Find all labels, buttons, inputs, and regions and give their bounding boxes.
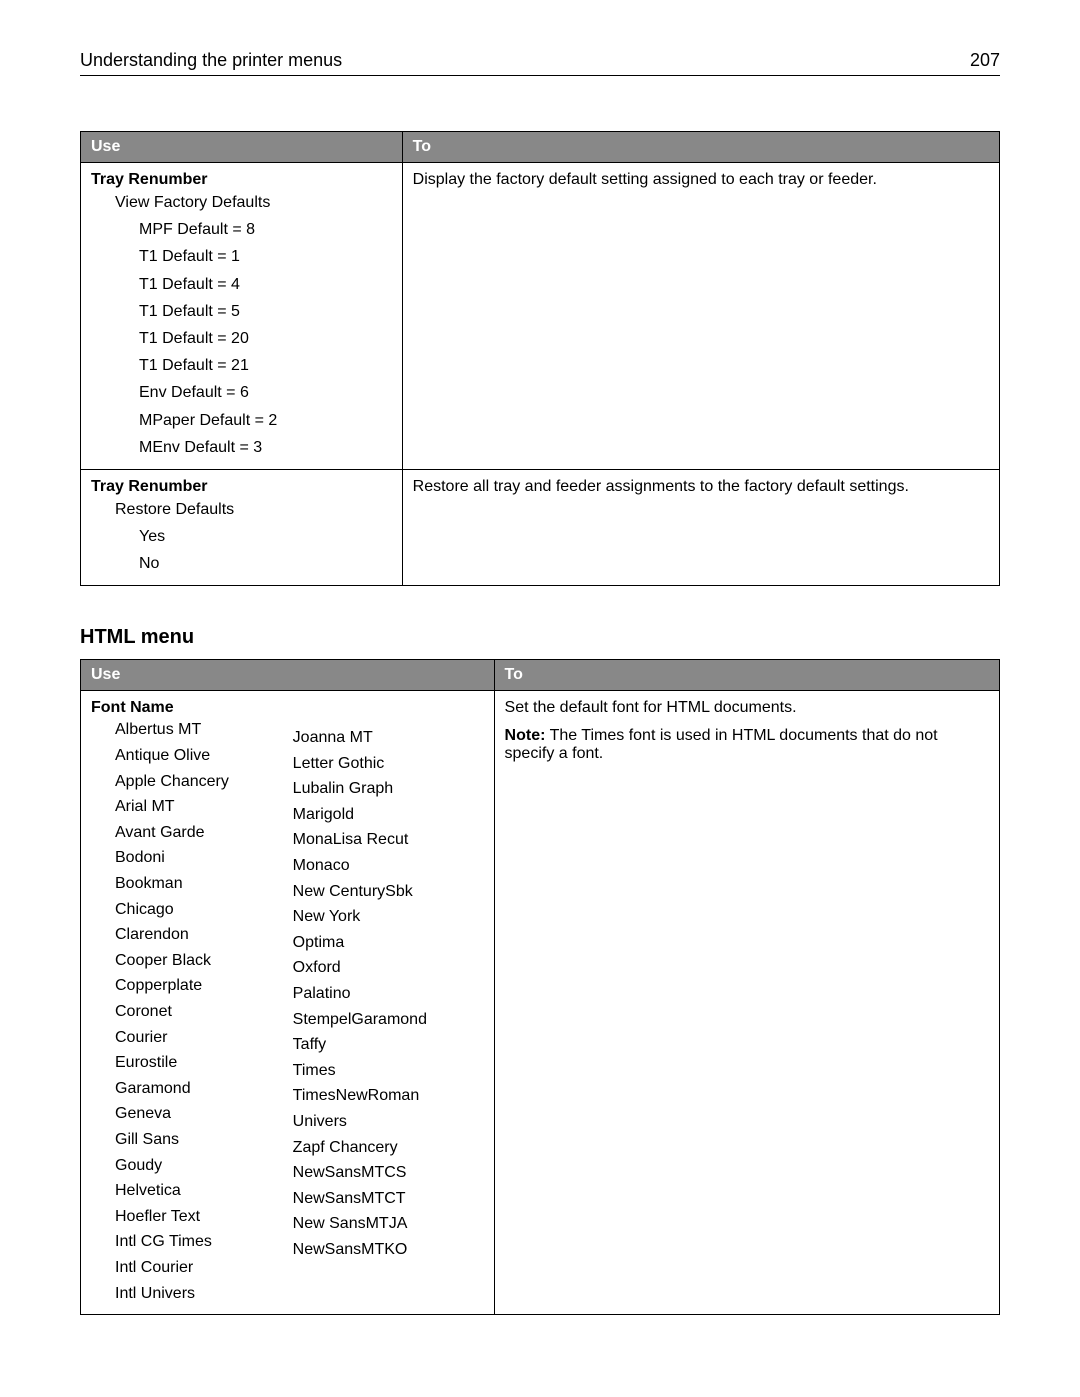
list-item: Hoefler Text: [91, 1204, 273, 1230]
list-item: Goudy: [91, 1153, 273, 1179]
list-item: T1 Default = 20: [91, 325, 392, 352]
list-item: Apple Chancery: [91, 769, 273, 795]
list-item: Times: [293, 1058, 484, 1084]
to-description: Set the default font for HTML documents.: [505, 699, 989, 717]
table-row: Tray Renumber Restore Defaults Yes No Re…: [81, 469, 1000, 586]
note-block: Note: The Times font is used in HTML doc…: [505, 727, 989, 763]
table-row: Font Name Albertus MT Antique Olive Appl…: [81, 691, 1000, 1315]
list-item: New CenturySbk: [293, 879, 484, 905]
list-item: StempelGaramond: [293, 1007, 484, 1033]
list-item: Garamond: [91, 1076, 273, 1102]
list-item: Clarendon: [91, 922, 273, 948]
font-name-cell-right: Joanna MT Letter Gothic Lubalin Graph Ma…: [283, 691, 494, 1315]
list-item: Bodoni: [91, 845, 273, 871]
list-item: New SansMTJA: [293, 1211, 484, 1237]
list-item: Albertus MT: [91, 717, 273, 743]
page-number: 207: [970, 50, 1000, 71]
to-cell: Restore all tray and feeder assignments …: [402, 469, 999, 586]
to-cell: Set the default font for HTML documents.…: [494, 691, 999, 1315]
list-item: Eurostile: [91, 1050, 273, 1076]
col-to-header: To: [402, 132, 999, 163]
tray-list: View Factory Defaults MPF Default = 8 T1…: [91, 189, 392, 461]
header-title: Understanding the printer menus: [80, 50, 342, 71]
list-item: Oxford: [293, 955, 484, 981]
list-item: Courier: [91, 1025, 273, 1051]
list-item: Palatino: [293, 981, 484, 1007]
list-item: Optima: [293, 930, 484, 956]
note-label: Note:: [505, 727, 546, 744]
list-item: Copperplate: [91, 973, 273, 999]
restore-list: Restore Defaults Yes No: [91, 496, 392, 578]
page-header: Understanding the printer menus 207: [80, 50, 1000, 76]
list-item: Letter Gothic: [293, 751, 484, 777]
list-item: MonaLisa Recut: [293, 827, 484, 853]
list-item: Zapf Chancery: [293, 1135, 484, 1161]
list-item: NewSansMTCS: [293, 1160, 484, 1186]
list-item: MPaper Default = 2: [91, 407, 392, 434]
list-item: Gill Sans: [91, 1127, 273, 1153]
list-item: Intl Courier: [91, 1255, 273, 1281]
list-item: Yes: [91, 523, 392, 550]
to-cell: Display the factory default setting assi…: [402, 163, 999, 470]
use-cell: Tray Renumber Restore Defaults Yes No: [81, 469, 403, 586]
sub-label: View Factory Defaults: [91, 189, 392, 216]
note-text: The Times font is used in HTML documents…: [505, 727, 938, 762]
list-item: Antique Olive: [91, 743, 273, 769]
sub-label: Restore Defaults: [91, 496, 392, 523]
list-item: Bookman: [91, 871, 273, 897]
list-item: MEnv Default = 3: [91, 434, 392, 461]
list-item: Coronet: [91, 999, 273, 1025]
col-to-header: To: [494, 660, 999, 691]
list-item: Avant Garde: [91, 820, 273, 846]
list-item: TimesNewRoman: [293, 1083, 484, 1109]
section-heading: HTML menu: [80, 626, 1000, 649]
col-use-header: Use: [81, 660, 495, 691]
list-item: Lubalin Graph: [293, 776, 484, 802]
page: Understanding the printer menus 207 Use …: [0, 0, 1080, 1395]
list-item: Arial MT: [91, 794, 273, 820]
list-item: Intl CG Times: [91, 1229, 273, 1255]
list-item: New York: [293, 904, 484, 930]
table-header-row: Use To: [81, 660, 1000, 691]
list-item: Joanna MT: [293, 725, 484, 751]
list-item: T1 Default = 4: [91, 271, 392, 298]
list-item: Chicago: [91, 897, 273, 923]
list-item: T1 Default = 21: [91, 352, 392, 379]
list-item: T1 Default = 1: [91, 243, 392, 270]
list-item: Helvetica: [91, 1178, 273, 1204]
table-header-row: Use To: [81, 132, 1000, 163]
html-menu-table: Use To Font Name Albertus MT Antique Oli…: [80, 659, 1000, 1315]
font-name-label: Font Name: [91, 699, 273, 717]
list-item: Geneva: [91, 1101, 273, 1127]
list-item: Marigold: [293, 802, 484, 828]
list-item: Monaco: [293, 853, 484, 879]
col-use-header: Use: [81, 132, 403, 163]
row-title: Tray Renumber: [91, 171, 392, 189]
list-item: Univers: [293, 1109, 484, 1135]
tray-renumber-table: Use To Tray Renumber View Factory Defaul…: [80, 131, 1000, 586]
font-column-1: Albertus MT Antique Olive Apple Chancery…: [91, 717, 273, 1306]
font-column-2: Joanna MT Letter Gothic Lubalin Graph Ma…: [293, 725, 484, 1262]
table-row: Tray Renumber View Factory Defaults MPF …: [81, 163, 1000, 470]
list-item: Env Default = 6: [91, 379, 392, 406]
list-item: Taffy: [293, 1032, 484, 1058]
list-item: NewSansMTKO: [293, 1237, 484, 1263]
font-name-cell-left: Font Name Albertus MT Antique Olive Appl…: [81, 691, 283, 1315]
list-item: Intl Univers: [91, 1281, 273, 1307]
list-item: NewSansMTCT: [293, 1186, 484, 1212]
list-item: T1 Default = 5: [91, 298, 392, 325]
list-item: No: [91, 550, 392, 577]
list-item: Cooper Black: [91, 948, 273, 974]
use-cell: Tray Renumber View Factory Defaults MPF …: [81, 163, 403, 470]
list-item: MPF Default = 8: [91, 216, 392, 243]
row-title: Tray Renumber: [91, 478, 392, 496]
